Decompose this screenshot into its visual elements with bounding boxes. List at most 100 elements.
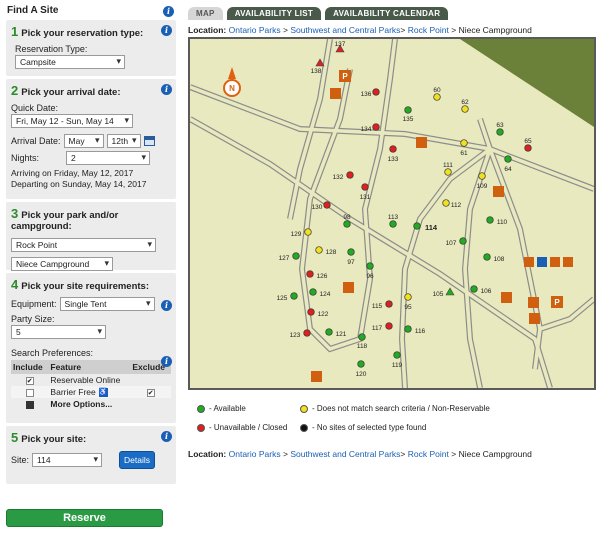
campsite-label-127: 127 bbox=[279, 255, 290, 262]
campground-map[interactable]: N P P 137 138 136 60 62 135 134 63 65 133 61 64 111 1… bbox=[188, 37, 596, 390]
campsite-marker-106[interactable] bbox=[470, 285, 478, 293]
campsite-marker-129[interactable] bbox=[304, 228, 312, 236]
step-title: Pick your site: bbox=[21, 434, 87, 445]
campsite-marker-134[interactable] bbox=[372, 123, 380, 131]
tab-availability-list[interactable]: AVAILABILITY LIST bbox=[226, 7, 322, 20]
legend-dot-available bbox=[197, 404, 205, 413]
breadcrumb-park[interactable]: Rock Point bbox=[408, 449, 449, 459]
col-include: Include bbox=[11, 360, 49, 374]
campsite-marker-97[interactable] bbox=[347, 248, 355, 256]
wheelchair-icon bbox=[537, 257, 547, 267]
equipment-label: Equipment: bbox=[11, 299, 57, 309]
campsite-label-132: 132 bbox=[333, 174, 344, 181]
campground-select[interactable]: Niece Campground bbox=[11, 257, 113, 271]
building-icon bbox=[501, 292, 512, 303]
step-title: Pick your arrival date: bbox=[21, 87, 121, 98]
info-icon[interactable]: i bbox=[161, 300, 172, 311]
campsite-label-116: 116 bbox=[415, 328, 426, 335]
campsite-marker-118[interactable] bbox=[358, 333, 366, 341]
campsite-marker-122[interactable] bbox=[307, 308, 315, 316]
campsite-marker-96[interactable] bbox=[366, 262, 374, 270]
campsite-marker-132[interactable] bbox=[346, 171, 354, 179]
campsite-marker-138[interactable] bbox=[315, 58, 325, 67]
exclude-checkbox[interactable]: ✔ bbox=[146, 388, 155, 397]
reservation-type-select[interactable]: Campsite bbox=[15, 55, 125, 69]
campsite-marker-114[interactable] bbox=[413, 222, 421, 230]
campsite-marker-115[interactable] bbox=[385, 300, 393, 308]
campsite-marker-117[interactable] bbox=[385, 322, 393, 330]
campsite-marker-60[interactable] bbox=[433, 93, 441, 101]
campsite-marker-121[interactable] bbox=[325, 328, 333, 336]
more-options-link[interactable]: More Options... bbox=[50, 399, 112, 409]
campsite-label-95: 95 bbox=[404, 304, 412, 311]
campsite-marker-116[interactable] bbox=[404, 325, 412, 333]
reserve-button[interactable]: Reserve bbox=[6, 509, 163, 527]
campsite-marker-98[interactable] bbox=[343, 220, 351, 228]
campsite-marker-111[interactable] bbox=[444, 168, 452, 176]
legend-nomatch: - Does not match search criteria / Non-R… bbox=[300, 404, 490, 413]
campsite-marker-107[interactable] bbox=[459, 237, 467, 245]
campsite-marker-105[interactable] bbox=[445, 287, 455, 296]
arrival-month-select[interactable]: May bbox=[63, 134, 104, 148]
campsite-marker-125[interactable] bbox=[290, 292, 298, 300]
campsite-marker-109[interactable] bbox=[478, 172, 486, 180]
campsite-label-113: 113 bbox=[388, 214, 399, 221]
park-select[interactable]: Rock Point bbox=[11, 238, 156, 252]
breadcrumb-campground: Niece Campground bbox=[458, 25, 532, 35]
campsite-marker-127[interactable] bbox=[292, 252, 300, 260]
wheelchair-icon: ♿ bbox=[98, 388, 108, 398]
campsite-marker-124[interactable] bbox=[309, 288, 317, 296]
campsite-marker-95[interactable] bbox=[404, 293, 412, 301]
arrival-day-select[interactable]: 12th bbox=[106, 134, 141, 148]
campsite-marker-130[interactable] bbox=[323, 201, 331, 209]
campsite-marker-64[interactable] bbox=[504, 155, 512, 163]
breadcrumb-park-system[interactable]: Ontario Parks bbox=[229, 449, 281, 459]
tab-map[interactable]: MAP bbox=[188, 7, 223, 20]
map-canvas[interactable]: N P P 137 138 136 60 62 135 134 63 65 133 61 64 111 1… bbox=[190, 39, 594, 388]
campsite-marker-65[interactable] bbox=[524, 144, 532, 152]
legend-available: - Available bbox=[197, 404, 246, 413]
campsite-marker-113[interactable] bbox=[389, 220, 397, 228]
campsite-label-120: 120 bbox=[356, 371, 367, 378]
breadcrumb-region[interactable]: Southwest and Central Parks bbox=[290, 25, 400, 35]
trail-sign-icon bbox=[330, 88, 341, 99]
campsite-label-123: 123 bbox=[290, 332, 301, 339]
quick-date-select[interactable]: Fri, May 12 - Sun, May 14 bbox=[11, 114, 133, 128]
nights-select[interactable]: 2 bbox=[66, 151, 150, 165]
campsite-marker-123[interactable] bbox=[303, 329, 311, 337]
include-checkbox[interactable] bbox=[25, 388, 34, 397]
campsite-marker-62[interactable] bbox=[461, 105, 469, 113]
campsite-marker-61[interactable] bbox=[460, 139, 468, 147]
breadcrumb-park-system[interactable]: Ontario Parks bbox=[229, 25, 281, 35]
campsite-marker-131[interactable] bbox=[361, 183, 369, 191]
equipment-select[interactable]: Single Tent bbox=[59, 297, 155, 311]
breadcrumb-region[interactable]: Southwest and Central Parks bbox=[290, 449, 400, 459]
campsite-marker-136[interactable] bbox=[372, 88, 380, 96]
info-icon[interactable]: i bbox=[161, 25, 172, 36]
party-size-select[interactable]: 5 bbox=[11, 325, 106, 339]
campsite-marker-108[interactable] bbox=[483, 253, 491, 261]
info-icon[interactable]: i bbox=[163, 6, 174, 17]
include-checkbox[interactable]: ✔ bbox=[25, 376, 34, 385]
info-icon[interactable]: i bbox=[161, 356, 172, 367]
calendar-icon[interactable] bbox=[143, 136, 155, 146]
campsite-marker-119[interactable] bbox=[393, 351, 401, 359]
campsite-marker-133[interactable] bbox=[389, 145, 397, 153]
campsite-marker-112[interactable] bbox=[442, 199, 450, 207]
site-select[interactable]: 114 bbox=[32, 453, 103, 467]
info-icon[interactable]: i bbox=[161, 84, 172, 95]
details-button[interactable]: Details bbox=[119, 451, 155, 469]
campsite-marker-120[interactable] bbox=[357, 360, 365, 368]
campsite-marker-126[interactable] bbox=[306, 270, 314, 278]
campsite-marker-63[interactable] bbox=[496, 128, 504, 136]
legend-dot-unavailable bbox=[197, 423, 205, 432]
campsite-marker-110[interactable] bbox=[486, 216, 494, 224]
campsite-label-126: 126 bbox=[317, 273, 328, 280]
tab-availability-calendar[interactable]: AVAILABILITY CALENDAR bbox=[325, 7, 449, 20]
info-icon[interactable]: i bbox=[161, 431, 172, 442]
campsite-marker-128[interactable] bbox=[315, 246, 323, 254]
breadcrumb-park[interactable]: Rock Point bbox=[408, 25, 449, 35]
expand-icon[interactable] bbox=[25, 401, 34, 409]
campsite-marker-135[interactable] bbox=[404, 106, 412, 114]
campsite-label-65: 65 bbox=[524, 138, 532, 145]
